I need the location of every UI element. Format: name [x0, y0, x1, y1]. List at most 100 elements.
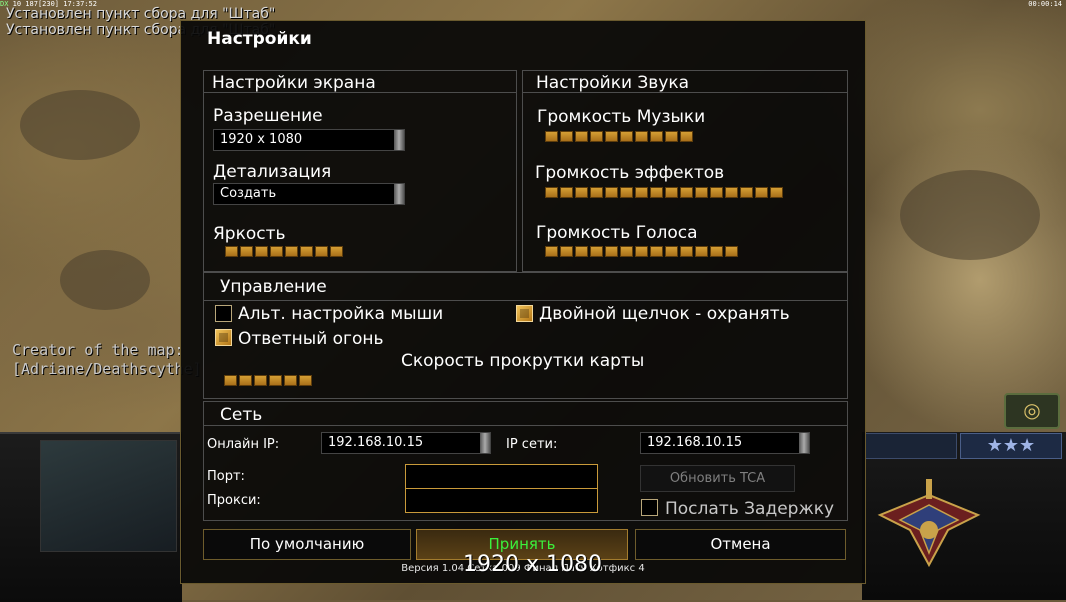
slider-segment[interactable]: [620, 131, 633, 142]
online-ip-label: Онлайн IP:: [207, 437, 280, 452]
slider-segment[interactable]: [680, 246, 693, 257]
slider-segment[interactable]: [330, 246, 343, 257]
slider-segment[interactable]: [270, 246, 283, 257]
settings-dialog: Настройки Настройки экрана Разрешение 19…: [180, 20, 866, 584]
slider-segment[interactable]: [710, 187, 723, 198]
online-ip-value: 192.168.10.15: [328, 435, 424, 450]
sound-settings-header: Настройки Звука: [523, 71, 847, 93]
proxy-label: Прокси:: [207, 493, 261, 508]
slider-segment[interactable]: [590, 131, 603, 142]
slider-segment[interactable]: [605, 246, 618, 257]
double-click-guard-label: Двойной щелчок - охранять: [539, 304, 790, 324]
slider-segment[interactable]: [650, 187, 663, 198]
dropdown-arrow-icon[interactable]: [480, 433, 490, 453]
minimap[interactable]: [40, 440, 177, 552]
slider-segment[interactable]: [239, 375, 252, 386]
slider-segment[interactable]: [575, 187, 588, 198]
music-volume-slider[interactable]: [545, 131, 693, 142]
slider-segment[interactable]: [620, 187, 633, 198]
online-ip-dropdown[interactable]: 192.168.10.15: [321, 432, 491, 454]
slider-segment[interactable]: [650, 246, 663, 257]
slider-segment[interactable]: [240, 246, 253, 257]
slider-segment[interactable]: [224, 375, 237, 386]
slider-segment[interactable]: [590, 246, 603, 257]
slider-segment[interactable]: [299, 375, 312, 386]
resolution-overlay: 1920 x 1080: [463, 552, 602, 577]
slider-segment[interactable]: [740, 187, 753, 198]
cancel-button[interactable]: Отмена: [635, 529, 846, 560]
scroll-speed-slider[interactable]: [224, 375, 312, 386]
dropdown-arrow-icon[interactable]: [394, 184, 404, 204]
slider-segment[interactable]: [254, 375, 267, 386]
slider-segment[interactable]: [560, 131, 573, 142]
scroll-speed-label: Скорость прокрутки карты: [401, 351, 645, 371]
slider-segment[interactable]: [620, 246, 633, 257]
alt-mouse-checkbox[interactable]: [215, 305, 232, 322]
alt-mouse-label: Альт. настройка мыши: [238, 304, 444, 324]
slider-segment[interactable]: [590, 187, 603, 198]
slider-segment[interactable]: [665, 246, 678, 257]
hud-tab-slot[interactable]: [865, 433, 957, 459]
detail-label: Детализация: [213, 162, 332, 182]
slider-segment[interactable]: [255, 246, 268, 257]
rank-stars: ★★★: [960, 433, 1062, 459]
slider-segment[interactable]: [605, 131, 618, 142]
slider-segment[interactable]: [725, 187, 738, 198]
network-header: Сеть: [204, 402, 847, 426]
slider-segment[interactable]: [575, 246, 588, 257]
send-delay-checkbox[interactable]: [641, 499, 658, 516]
slider-segment[interactable]: [755, 187, 768, 198]
slider-segment[interactable]: [770, 187, 783, 198]
slider-segment[interactable]: [635, 187, 648, 198]
faction-emblem-icon: [877, 479, 981, 568]
slider-segment[interactable]: [300, 246, 313, 257]
slider-segment[interactable]: [560, 246, 573, 257]
voice-volume-label: Громкость Голоса: [536, 223, 698, 243]
slider-segment[interactable]: [695, 246, 708, 257]
compass-icon[interactable]: ◎: [1004, 393, 1060, 429]
brightness-slider[interactable]: [225, 246, 343, 257]
dropdown-arrow-icon[interactable]: [799, 433, 809, 453]
slider-segment[interactable]: [225, 246, 238, 257]
proxy-input[interactable]: [405, 488, 598, 513]
slider-segment[interactable]: [650, 131, 663, 142]
slider-segment[interactable]: [545, 246, 558, 257]
map-creator-names: [Adriane/Deathscythe]: [12, 360, 202, 378]
terrain-rock: [60, 250, 150, 310]
slider-segment[interactable]: [635, 246, 648, 257]
dialog-title: Настройки: [207, 29, 312, 49]
lan-ip-value: 192.168.10.15: [647, 435, 743, 450]
return-fire-label: Ответный огонь: [238, 329, 384, 349]
slider-segment[interactable]: [665, 187, 678, 198]
slider-segment[interactable]: [725, 246, 738, 257]
control-header: Управление: [204, 273, 847, 301]
slider-segment[interactable]: [285, 246, 298, 257]
slider-segment[interactable]: [545, 131, 558, 142]
slider-segment[interactable]: [284, 375, 297, 386]
slider-segment[interactable]: [665, 131, 678, 142]
double-click-guard-checkbox[interactable]: [516, 305, 533, 322]
return-fire-checkbox[interactable]: [215, 329, 232, 346]
dropdown-arrow-icon[interactable]: [394, 130, 404, 150]
lan-ip-dropdown[interactable]: 192.168.10.15: [640, 432, 810, 454]
slider-segment[interactable]: [560, 187, 573, 198]
slider-segment[interactable]: [695, 187, 708, 198]
voice-volume-slider[interactable]: [545, 246, 738, 257]
slider-segment[interactable]: [710, 246, 723, 257]
detail-dropdown[interactable]: Создать: [213, 183, 405, 205]
port-input[interactable]: [405, 464, 598, 489]
defaults-button[interactable]: По умолчанию: [203, 529, 411, 560]
resolution-dropdown[interactable]: 1920 x 1080: [213, 129, 405, 151]
slider-segment[interactable]: [545, 187, 558, 198]
terrain-rock: [900, 170, 1040, 260]
slider-segment[interactable]: [680, 187, 693, 198]
terrain-rock: [20, 90, 140, 160]
slider-segment[interactable]: [575, 131, 588, 142]
slider-segment[interactable]: [680, 131, 693, 142]
slider-segment[interactable]: [315, 246, 328, 257]
slider-segment[interactable]: [605, 187, 618, 198]
effects-volume-slider[interactable]: [545, 187, 783, 198]
slider-segment[interactable]: [269, 375, 282, 386]
update-tca-button[interactable]: Обновить TCA: [640, 465, 795, 492]
slider-segment[interactable]: [635, 131, 648, 142]
